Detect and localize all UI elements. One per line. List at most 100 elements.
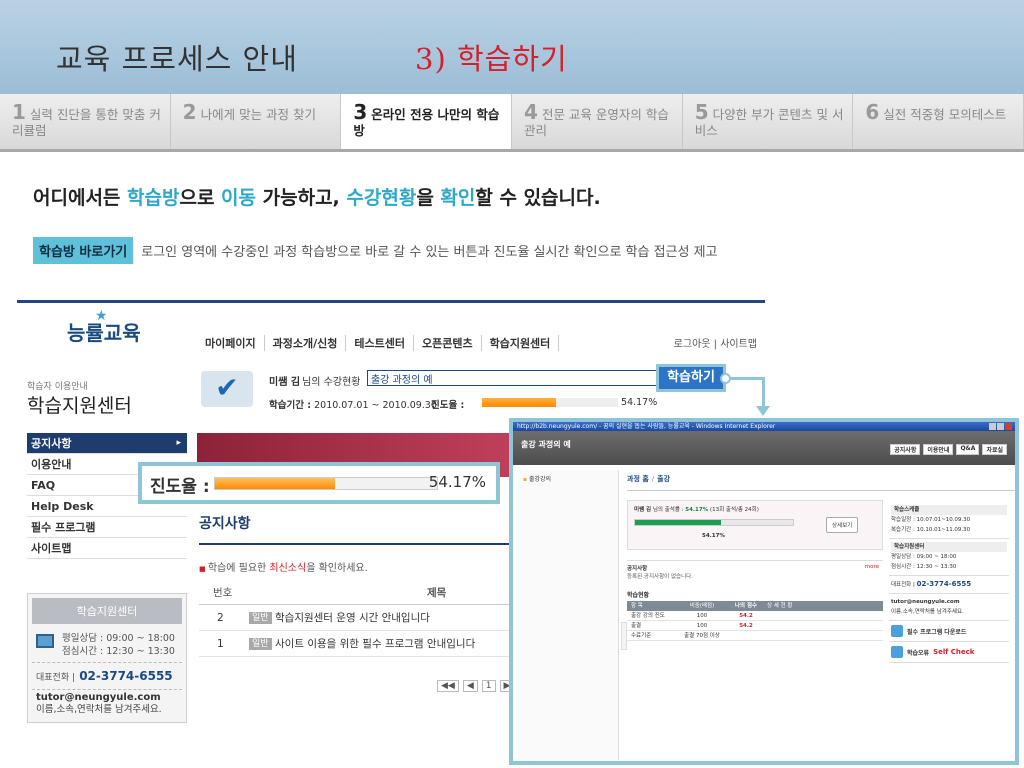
tab-step-4[interactable]: 4 전문 교육 운영자의 학습 관리 [512,94,683,149]
popup-links: 공지사항 이용안내 Q&A 자료실 [890,444,1007,455]
pager: ◀◀ ◀ 1 ▶ [437,680,515,692]
headline-highlight: 이동 [221,187,257,209]
row-title[interactable]: 사이트 이용을 위한 필수 프로그램 안내입니다 [275,631,475,657]
computer-icon [36,634,54,648]
crumb-current: 출강 [657,475,671,483]
headline-text: 을 [416,187,441,209]
study-room-button[interactable]: 학습하기 [656,364,726,392]
phone-number: 02-3774-6555 [79,669,173,683]
side-item-notice[interactable]: 공지사항 [27,433,187,454]
popup-email: tutor@neungyule.com 이름,소속,연락처를 남겨주세요. [889,594,1009,621]
table-row: 수료기준 출결 70점 이상 [627,631,883,641]
download-label: 필수 프로그램 다운로드 [907,628,967,636]
tab-step-1[interactable]: 1 실력 진단을 통한 맞춤 커리큘럼 [0,94,171,149]
stat-detail [767,631,883,640]
progress-fill [482,398,556,407]
self-check-label: 학습오류 [907,649,930,657]
popup-link-qna[interactable]: Q&A [956,444,980,455]
support-email: tutor@neungyule.com 이름,소속,연락처를 남겨주세요. [32,689,182,718]
popup-hours-lunch: 점심시간 : 12:30 ~ 13:30 [891,564,957,570]
pager-prev[interactable]: ◀ [462,680,478,692]
side-item-programs[interactable]: 필수 프로그램 [27,517,187,538]
row-tag: 일반 [249,638,272,650]
download-icon [891,625,903,637]
progress-label: 진도율 : [431,400,465,411]
site-logo[interactable]: ★ 능률교육 [67,308,141,346]
popup-link-notice[interactable]: 공지사항 [890,444,921,455]
headline-text: 할 수 있습니다. [475,187,601,209]
popup-left-menu: 출강강의 [517,470,619,760]
tab-step-3[interactable]: 3 온라인 전용 나만의 학습방 [341,94,513,149]
user-name: 미쌤 김 [269,377,301,388]
crumb-separator: / [651,475,655,483]
email-address[interactable]: tutor@neungyule.com [36,692,161,703]
support-head: 학습지원센터 [32,598,182,624]
tab-step-6[interactable]: 6 실전 적중형 모의테스트 [853,94,1024,149]
stat-weight: 100 [696,613,708,619]
util-nav[interactable]: 로그아웃 | 사이트맵 [674,335,757,350]
more-link[interactable]: more [865,564,879,570]
tab-step-2[interactable]: 2 나에게 맞는 과정 찾기 [171,94,342,149]
popup-link-library[interactable]: 자료실 [982,444,1007,455]
progress-bar-mini [482,398,618,407]
headline-text: 어디에서든 [33,187,128,209]
stat-title: 학습현황 [627,592,650,599]
download-programs-button[interactable]: 필수 프로그램 다운로드 [889,621,1009,642]
tab-label: 실전 적중형 모의테스트 [883,107,1007,122]
tab-number: 2 [182,100,197,124]
self-check-highlight: Self Check [933,648,975,656]
site-top-nav: 마이페이지 과정소개/신청 테스트센터 오픈콘텐츠 학습지원센터 [197,335,560,351]
phone-label: 대표전화 | [36,673,76,683]
minimize-icon[interactable] [989,423,996,430]
support-phone: 대표전화 | 02-3774-6555 [32,662,182,689]
tab-step-5[interactable]: 5 다양한 부가 콘텐츠 및 서비스 [683,94,854,149]
connector-dot [720,373,731,384]
nav-mypage[interactable]: 마이페이지 [197,335,265,351]
callout-progress-fill [215,478,336,489]
tab-number: 4 [524,100,538,124]
popup-notice-head: 공지사항 [627,566,648,572]
help-highlight: 최신소식 [269,563,307,574]
pager-first[interactable]: ◀◀ [437,680,459,692]
side-item-sitemap[interactable]: 사이트맵 [27,538,187,559]
self-check-button[interactable]: 학습오류 Self Check [889,642,1009,663]
course-select[interactable]: 출강 과정의 예 [367,370,659,386]
popup-notice-empty: 등록된 공지사항이 없습니다. [627,574,693,580]
tab-label: 온라인 전용 나만의 학습방 [353,107,500,138]
headline-highlight: 학습방 [127,187,180,209]
maximize-icon[interactable] [997,423,1004,430]
nav-test-center[interactable]: 테스트센터 [346,335,414,351]
schedule-box: 학습스케줄 학습일정 : 10.07.01~10.09.30 복습기간 : 10… [889,502,1009,539]
pager-page-1[interactable]: 1 [481,680,496,692]
slide-header: 교육 프로세스 안내 3) 학습하기 [0,0,1024,94]
detail-button[interactable]: 상세보기 [826,517,859,533]
folder-item[interactable]: 출강강의 [517,470,618,487]
nav-open-content[interactable]: 오픈콘텐츠 [414,335,482,351]
stat-weight: 출결 70점 이상 [684,633,720,639]
attendance-fill [635,520,721,525]
popup-breadcrumb: 과정 홈 / 출강 [627,474,1015,491]
popup-link-guide[interactable]: 이용안내 [923,444,954,455]
stat-score [725,631,767,640]
tab-number: 5 [694,100,709,124]
logo-text: 능률교육 [67,321,141,345]
tab-number: 6 [865,100,880,124]
help-text: 학습에 필요한 [207,563,270,574]
close-icon[interactable] [1005,423,1012,430]
stat-header: 항 목 비중(배점) 나의 점수 상 세 현 황 [627,601,883,611]
stat-weight: 100 [696,623,708,629]
side-title: 학습지원센터 [27,395,132,417]
study-room-popup: http://b2b.neungyule.com/ - 꿈의 실현을 돕는 사람… [509,418,1019,765]
user-suffix: 님의 수강현황 [302,377,361,388]
row-title[interactable]: 학습지원센터 운영 시간 안내입니다 [275,605,430,631]
crumb-home[interactable]: 과정 홈 [627,475,649,483]
nav-course-intro[interactable]: 과정소개/신청 [265,335,347,351]
period-label: 학습기간 : [269,400,312,411]
popup-support-head: 학습지원센터 [891,542,1007,552]
progress-callout: 진도율 : 54.17% [138,462,500,504]
tab-label: 전문 교육 운영자의 학습 관리 [524,107,669,138]
popup-email-address[interactable]: tutor@neungyule.com [891,599,960,605]
stat-col-score: 나의 점수 [734,603,758,609]
nav-support-center[interactable]: 학습지원센터 [482,335,560,351]
hours-weekday: 평일상담 : 09:00 ~ 18:00 [62,633,175,644]
